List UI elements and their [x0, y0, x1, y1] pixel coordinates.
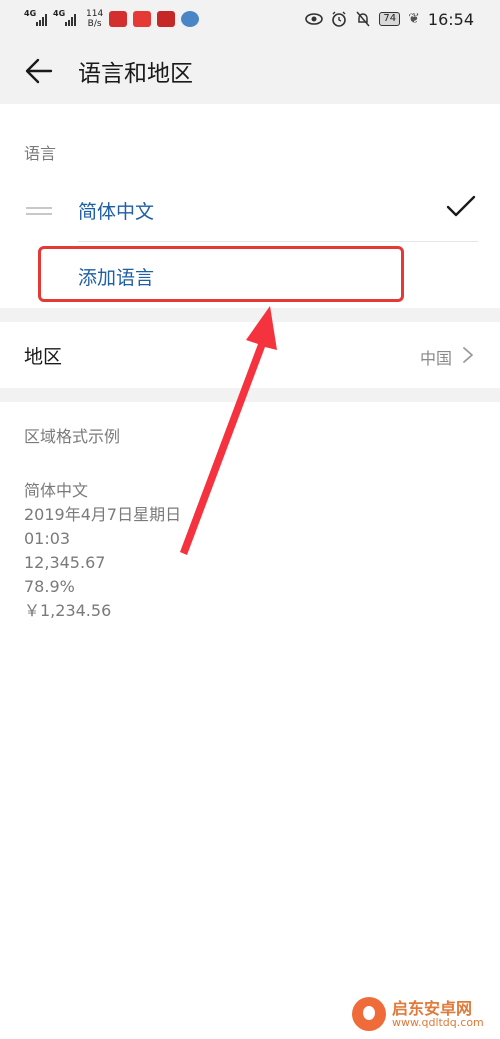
watermark-icon [352, 997, 386, 1031]
battery-indicator: 74 [379, 12, 401, 26]
notification-app-icon [181, 11, 200, 27]
section-divider [0, 308, 500, 322]
format-section-label: 区域格式示例 [24, 427, 121, 446]
status-left: 4G 4G 114 B/s [24, 9, 200, 29]
region-value: 中国 [419, 349, 452, 368]
network-type: 4G [24, 9, 37, 18]
clock: 16:54 [427, 9, 474, 29]
chevron-right-icon [463, 347, 473, 363]
example-language: 简体中文 [24, 481, 89, 500]
language-name: 简体中文 [78, 200, 155, 223]
notification-app-icon [133, 11, 152, 27]
leaf-icon: ❦ [408, 11, 420, 27]
watermark-logo: 启东安卓网 www.qdltdq.com [352, 995, 492, 1033]
mute-bell-icon [356, 11, 370, 27]
example-percent: 78.9% [24, 577, 75, 596]
check-icon [446, 195, 476, 217]
divider [78, 241, 478, 242]
signal-icon: 4G [53, 9, 76, 26]
example-time: 01:03 [24, 529, 71, 548]
notification-app-icon [157, 11, 176, 27]
network-type: 4G [53, 9, 66, 18]
example-date: 2019年4月7日星期日 [24, 505, 182, 524]
drag-handle-icon[interactable] [26, 207, 52, 215]
example-number: 12,345.67 [24, 553, 106, 572]
language-section-label: 语言 [24, 144, 57, 163]
add-language-label: 添加语言 [78, 267, 155, 289]
section-divider [0, 388, 500, 402]
back-arrow-icon [25, 58, 53, 84]
status-right: 74 ❦ 16:54 [305, 10, 474, 29]
language-item[interactable]: 简体中文 [0, 180, 500, 240]
back-button[interactable] [0, 38, 78, 104]
region-label: 地区 [24, 346, 63, 368]
status-bar: 4G 4G 114 B/s 74 ❦ 16:54 [0, 0, 500, 38]
watermark-url: www.qdltdq.com [392, 1016, 484, 1029]
notification-app-icon [109, 11, 128, 27]
alarm-icon [332, 11, 347, 27]
add-language-button[interactable]: 添加语言 [38, 246, 404, 302]
eye-icon [305, 13, 324, 25]
region-item[interactable]: 地区 中国 [0, 322, 500, 388]
format-examples: 简体中文 2019年4月7日星期日 01:03 12,345.67 78.9% … [24, 479, 181, 623]
network-speed: 114 B/s [86, 9, 104, 29]
example-currency: ￥1,234.56 [24, 601, 112, 620]
page-title: 语言和地区 [78, 61, 193, 87]
app-header: 语言和地区 [0, 38, 500, 104]
signal-icon: 4G [24, 9, 47, 26]
